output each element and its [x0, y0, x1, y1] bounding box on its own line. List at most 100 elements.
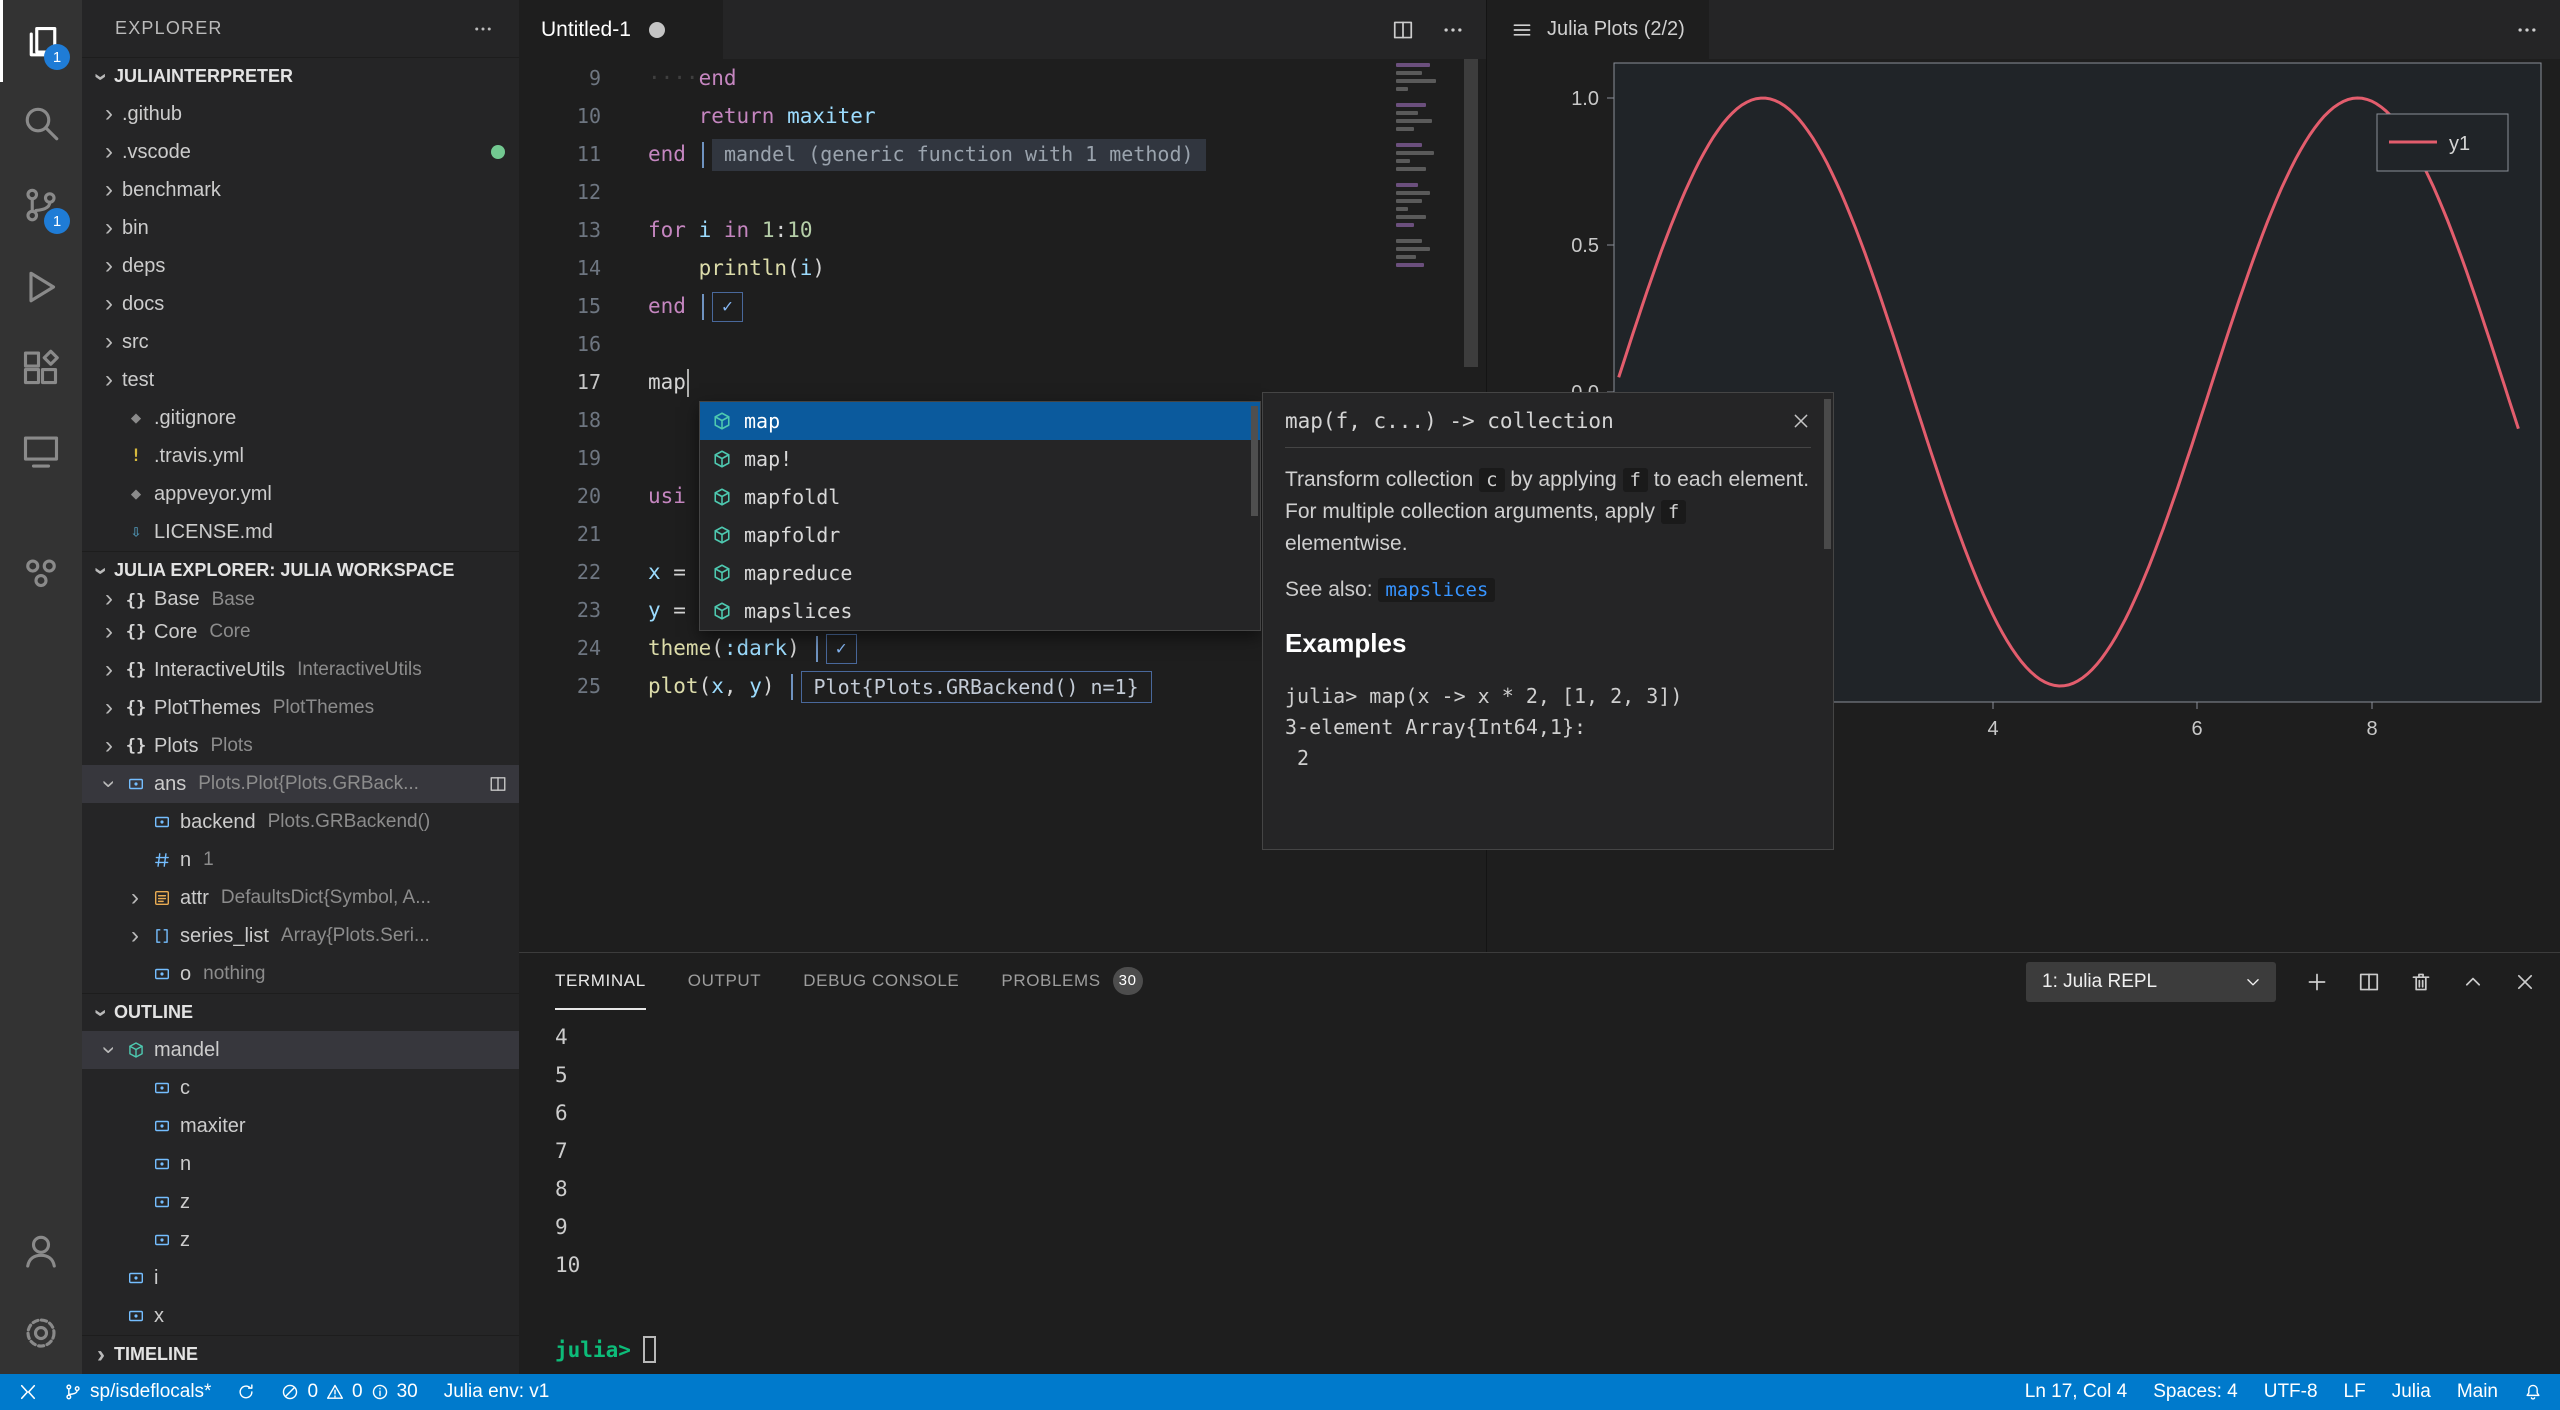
tree-item[interactable]: › series_list Array{Plots.Seri...: [82, 917, 519, 955]
tree-item[interactable]: › .github: [82, 95, 519, 133]
eol-status[interactable]: LF: [2344, 1381, 2366, 1403]
code-line[interactable]: return maxiter: [648, 97, 1486, 135]
tree-item[interactable]: ›⇩LICENSE.md: [82, 513, 519, 551]
chevron-right-icon[interactable]: ›: [122, 886, 148, 910]
chevron-right-icon[interactable]: ›: [96, 734, 122, 758]
tree-item[interactable]: ›{} PlotThemes PlotThemes: [82, 689, 519, 727]
suggestion-item[interactable]: map: [700, 402, 1260, 440]
suggestion-item[interactable]: mapfoldl: [700, 478, 1260, 516]
suggestion-item[interactable]: mapreduce: [700, 554, 1260, 592]
tree-item[interactable]: › bin: [82, 209, 519, 247]
code-line[interactable]: [648, 325, 1486, 363]
chevron-right-icon[interactable]: ›: [96, 620, 122, 644]
tree-item[interactable]: ›!.travis.yml: [82, 437, 519, 475]
more-actions-icon[interactable]: [473, 19, 493, 39]
chevron-right-icon[interactable]: ›: [96, 216, 122, 240]
mapslices-link[interactable]: mapslices: [1378, 578, 1496, 602]
chevron-right-icon[interactable]: ›: [96, 368, 122, 392]
tree-item[interactable]: › benchmark: [82, 171, 519, 209]
remote-indicator[interactable]: [18, 1382, 38, 1402]
minimap[interactable]: [1396, 59, 1446, 439]
chevron-right-icon[interactable]: ›: [96, 658, 122, 682]
sync-button[interactable]: [237, 1383, 255, 1401]
activity-remote-explorer[interactable]: [0, 410, 82, 492]
chevron-down-icon[interactable]: ›: [96, 771, 123, 797]
code-line[interactable]: for i in 1:10: [648, 211, 1486, 249]
tab-untitled-1[interactable]: Untitled-1: [519, 0, 723, 59]
tree-item[interactable]: ›onothing: [82, 955, 519, 993]
tree-item[interactable]: › deps: [82, 247, 519, 285]
suggest-scrollbar[interactable]: [1251, 406, 1258, 516]
cursor-position-status[interactable]: Ln 17, Col 4: [2025, 1381, 2127, 1403]
tree-item[interactable]: › src: [82, 323, 519, 361]
language-mode-status[interactable]: Julia: [2392, 1381, 2431, 1403]
tree-item[interactable]: ›n1: [82, 841, 519, 879]
section-julia-workspace[interactable]: › JULIA EXPLORER: JULIA WORKSPACE: [82, 551, 519, 589]
code-line[interactable]: [648, 173, 1486, 211]
code-line[interactable]: end ✓: [648, 287, 1486, 325]
code-line[interactable]: end mandel (generic function with 1 metho…: [648, 135, 1486, 173]
julia-env-status[interactable]: Julia env: v1: [444, 1381, 550, 1403]
terminal-prompt-line[interactable]: julia>: [519, 1336, 2560, 1363]
tree-item[interactable]: ›x: [82, 1297, 519, 1335]
tree-item[interactable]: ›z: [82, 1183, 519, 1221]
indentation-status[interactable]: Spaces: 4: [2153, 1381, 2238, 1403]
kill-terminal-icon[interactable]: [2410, 971, 2432, 993]
dirty-dot[interactable]: [648, 21, 665, 38]
tree-item[interactable]: › attr DefaultsDict{Symbol, A...: [82, 879, 519, 917]
open-to-side-icon[interactable]: [489, 773, 507, 796]
tree-item[interactable]: ›n: [82, 1145, 519, 1183]
suggestion-item[interactable]: mapslices: [700, 592, 1260, 630]
tree-item[interactable]: ›{} Base Base: [82, 589, 519, 613]
chevron-right-icon[interactable]: ›: [96, 696, 122, 720]
code-line[interactable]: println(i): [648, 249, 1486, 287]
maximize-panel-icon[interactable]: [2462, 971, 2484, 993]
activity-julia[interactable]: [0, 532, 82, 614]
chevron-right-icon[interactable]: ›: [96, 589, 122, 611]
terminal-selector[interactable]: 1: Julia REPL: [2026, 961, 2276, 1002]
tree-item[interactable]: › .vscode: [82, 133, 519, 171]
encoding-status[interactable]: UTF-8: [2264, 1381, 2318, 1403]
tree-item[interactable]: ›maxiter: [82, 1107, 519, 1145]
activity-account[interactable]: [0, 1210, 82, 1292]
git-branch-status[interactable]: sp/isdeflocals*: [64, 1381, 211, 1403]
activity-explorer[interactable]: 1: [0, 0, 82, 82]
chevron-right-icon[interactable]: ›: [122, 924, 148, 948]
tree-item[interactable]: ›i: [82, 1259, 519, 1297]
chevron-right-icon[interactable]: ›: [96, 330, 122, 354]
more-actions-icon[interactable]: [2516, 19, 2538, 41]
doc-scrollbar[interactable]: [1824, 399, 1831, 549]
tab-output[interactable]: OUTPUT: [688, 953, 761, 1010]
chevron-down-icon[interactable]: ›: [96, 1037, 123, 1063]
tree-item[interactable]: ›backendPlots.GRBackend(): [82, 803, 519, 841]
problems-status[interactable]: 0 0 30: [281, 1381, 418, 1403]
tree-item[interactable]: ›c: [82, 1069, 519, 1107]
tab-terminal[interactable]: TERMINAL: [555, 953, 646, 1010]
notifications-bell[interactable]: [2524, 1383, 2542, 1401]
tab-problems[interactable]: PROBLEMS 30: [1001, 953, 1143, 1010]
section-timeline[interactable]: › TIMELINE: [82, 1335, 519, 1373]
editor-scrollbar[interactable]: [1464, 59, 1478, 367]
chevron-right-icon[interactable]: ›: [96, 178, 122, 202]
tree-item[interactable]: ›{} Core Core: [82, 613, 519, 651]
close-icon[interactable]: [1791, 411, 1811, 431]
activity-settings[interactable]: [0, 1292, 82, 1374]
chevron-right-icon[interactable]: ›: [96, 292, 122, 316]
chevron-right-icon[interactable]: ›: [96, 254, 122, 278]
tree-item[interactable]: › ans Plots.Plot{Plots.GRBack...: [82, 765, 519, 803]
tab-debug-console[interactable]: DEBUG CONSOLE: [803, 953, 959, 1010]
section-outline[interactable]: › OUTLINE: [82, 993, 519, 1031]
chevron-right-icon[interactable]: ›: [96, 140, 122, 164]
tree-item[interactable]: ›{} Plots Plots: [82, 727, 519, 765]
close-panel-icon[interactable]: [2514, 971, 2536, 993]
section-juliainterpreter[interactable]: › JULIAINTERPRETER: [82, 57, 519, 95]
tree-item[interactable]: ›◆.gitignore: [82, 399, 519, 437]
activity-source-control[interactable]: 1: [0, 164, 82, 246]
new-terminal-icon[interactable]: [2306, 971, 2328, 993]
activity-search[interactable]: [0, 82, 82, 164]
split-editor-icon[interactable]: [1392, 19, 1414, 41]
tree-item[interactable]: › docs: [82, 285, 519, 323]
suggestion-item[interactable]: mapfoldr: [700, 516, 1260, 554]
tree-item[interactable]: ›z: [82, 1221, 519, 1259]
suggestion-item[interactable]: map!: [700, 440, 1260, 478]
